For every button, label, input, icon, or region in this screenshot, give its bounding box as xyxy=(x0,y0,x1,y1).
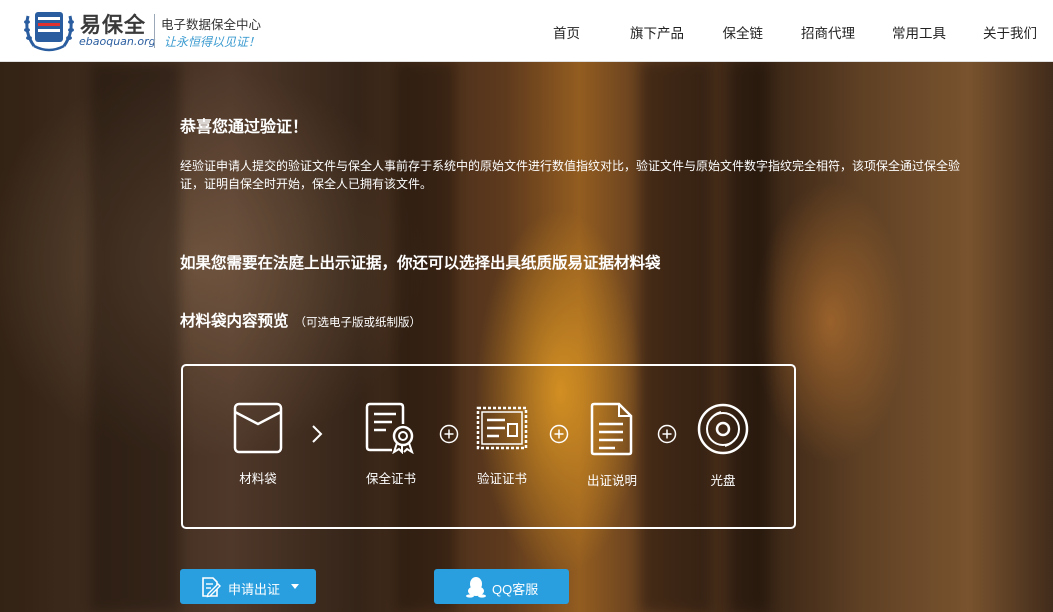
plus-circle-icon xyxy=(439,424,459,444)
preview-item-label: 验证证书 xyxy=(476,471,527,486)
preview-item-label: 出证说明 xyxy=(586,473,637,488)
brand-slogan: 让永恒得以见证！ xyxy=(164,35,261,49)
chevron-right-icon xyxy=(312,425,323,443)
preview-item-envelope: 材料袋 xyxy=(213,402,303,487)
stamped-document-icon xyxy=(476,406,528,450)
brand-center: 电子数据保全中心 xyxy=(161,17,262,32)
certificate-icon xyxy=(365,402,414,454)
disc-icon xyxy=(697,403,749,455)
plus-circle-icon xyxy=(549,424,569,444)
qq-penguin-icon xyxy=(466,577,486,598)
nav-chain[interactable]: 保全链 xyxy=(723,22,764,42)
preview-item-label: 保全证书 xyxy=(365,471,416,486)
nav-home[interactable]: 首页 xyxy=(553,22,580,42)
laurel-emblem-icon xyxy=(24,12,74,52)
hero-shade xyxy=(0,62,1053,612)
plus-circle-icon xyxy=(657,424,677,444)
document-icon xyxy=(590,402,633,456)
edit-document-icon xyxy=(202,577,221,598)
hero-background xyxy=(0,62,1053,612)
site-logo[interactable]: 易保全 ebaoquan.org 电子数据保全中心 让永恒得以见证！ xyxy=(22,6,262,56)
nav-agency[interactable]: 招商代理 xyxy=(801,22,855,42)
nav-products[interactable]: 旗下产品 xyxy=(630,22,684,42)
preview-note: （可选电子版或纸制版） xyxy=(294,315,422,329)
preview-title: 材料袋内容预览 xyxy=(180,312,289,330)
preview-item-disc: 光盘 xyxy=(678,402,768,489)
preview-item-explanation: 出证说明 xyxy=(567,402,657,489)
nav-tools[interactable]: 常用工具 xyxy=(892,22,946,42)
court-evidence-subtitle: 如果您需要在法庭上出示证据，你还可以选择出具纸质版易证据材料袋 xyxy=(180,254,661,272)
material-preview-box: 材料袋 保全证书 验证证书 出证说明 光盘 xyxy=(181,364,796,529)
site-header: 易保全 ebaoquan.org 电子数据保全中心 让永恒得以见证！ 首页 旗下… xyxy=(0,0,1053,62)
preview-heading: 材料袋内容预览 （可选电子版或纸制版） xyxy=(180,309,421,331)
brand-domain: ebaoquan.org xyxy=(79,35,156,48)
preview-item-label: 光盘 xyxy=(710,473,736,488)
logo-divider xyxy=(154,14,155,48)
caret-down-icon xyxy=(291,584,299,589)
page-title: 恭喜您通过验证！ xyxy=(180,117,309,136)
preview-item-label: 材料袋 xyxy=(239,471,277,486)
qq-support-button[interactable]: QQ客服 xyxy=(434,569,569,604)
preview-item-certificate: 保全证书 xyxy=(346,402,436,487)
apply-certificate-button[interactable]: 申请出证 xyxy=(180,569,316,604)
verification-description: 经验证申请人提交的验证文件与保全人事前存于系统中的原始文件进行数值指纹对比，验证… xyxy=(180,159,961,191)
envelope-icon xyxy=(233,402,283,454)
qq-button-label: QQ客服 xyxy=(492,582,539,597)
nav-about[interactable]: 关于我们 xyxy=(983,22,1037,42)
apply-button-label: 申请出证 xyxy=(228,582,281,597)
preview-item-verification: 验证证书 xyxy=(457,402,547,487)
